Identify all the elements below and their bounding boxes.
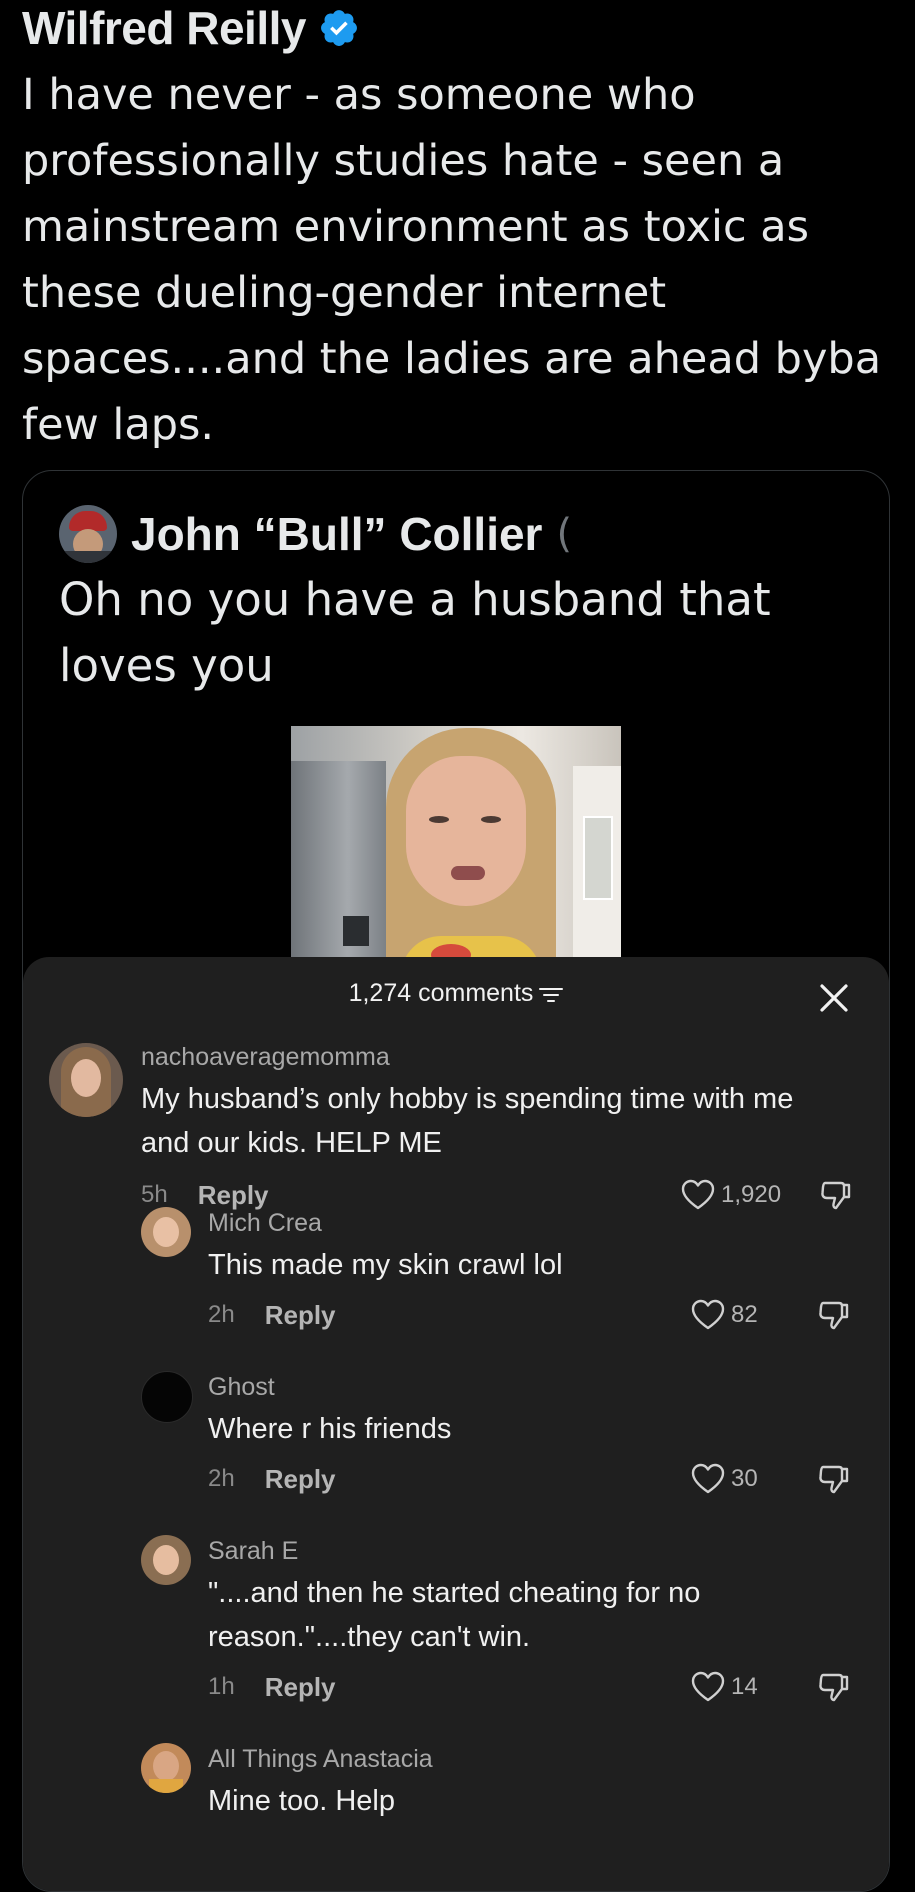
reply-button[interactable]: Reply — [265, 1464, 336, 1495]
like-button[interactable]: 14 — [691, 1669, 758, 1705]
tweet-text: I have never - as someone who profession… — [22, 70, 882, 450]
avatar[interactable] — [141, 1743, 191, 1793]
comment-text: My husband’s only hobby is spending time… — [141, 1083, 794, 1159]
reply-button[interactable]: Reply — [265, 1672, 336, 1703]
comment-time: 2h — [208, 1301, 235, 1328]
quoted-tweet-text: Oh no you have a husband that loves you — [59, 573, 771, 692]
comments-panel: 1,274 comments nachoaveragemomma My husb… — [23, 957, 889, 1891]
quoted-author-name[interactable]: John “Bull” Collier — [131, 507, 542, 561]
comment: Mich Crea This made my skin crawl lol 2h… — [23, 1207, 889, 1337]
comments-count-button[interactable]: 1,274 comments — [349, 979, 564, 1008]
comment-meta: 1h Reply — [208, 1669, 336, 1705]
like-count: 30 — [731, 1465, 758, 1492]
tweet-author[interactable]: Wilfred Reilly — [22, 0, 360, 56]
dislike-icon[interactable] — [815, 1669, 851, 1705]
verified-badge-icon — [321, 10, 357, 46]
quoted-author-row[interactable]: John “Bull” Collier ( — [59, 501, 572, 567]
comment-username[interactable]: All Things Anastacia — [208, 1745, 433, 1774]
comment: Ghost Where r his friends 2h Reply 30 — [23, 1371, 889, 1501]
heart-icon — [691, 1463, 725, 1494]
quoted-tweet-card[interactable]: John “Bull” Collier ( Oh no you have a h… — [22, 470, 890, 1892]
close-icon[interactable] — [817, 981, 851, 1015]
quoted-author-handle-cut: ( — [556, 511, 573, 557]
comments-count: 1,274 comments — [348, 979, 534, 1007]
like-button[interactable]: 30 — [691, 1461, 758, 1497]
avatar[interactable] — [141, 1207, 191, 1257]
like-count: 14 — [731, 1673, 758, 1700]
like-count: 82 — [731, 1301, 758, 1328]
comments-header: 1,274 comments — [23, 979, 889, 1025]
reply-button[interactable]: Reply — [198, 1180, 269, 1211]
reply-button[interactable]: Reply — [265, 1300, 336, 1331]
like-button[interactable]: 82 — [691, 1297, 758, 1333]
avatar[interactable] — [141, 1371, 193, 1423]
comment-meta: 2h Reply — [208, 1461, 336, 1497]
like-count: 1,920 — [721, 1181, 782, 1208]
filter-icon[interactable] — [539, 984, 564, 1004]
heart-icon — [691, 1671, 725, 1702]
dislike-icon[interactable] — [815, 1297, 851, 1333]
comment-time: 1h — [208, 1673, 235, 1700]
comment: All Things Anastacia Mine too. Help — [23, 1743, 889, 1843]
comment-username[interactable]: Ghost — [208, 1373, 275, 1402]
avatar[interactable] — [141, 1535, 191, 1585]
comment-text: This made my skin crawl lol — [208, 1249, 563, 1281]
comment: Sarah E "....and then he started cheatin… — [23, 1535, 889, 1709]
dislike-icon[interactable] — [815, 1461, 851, 1497]
avatar[interactable] — [49, 1043, 123, 1117]
video-thumbnail[interactable] — [291, 726, 621, 966]
author-name[interactable]: Wilfred Reilly — [22, 1, 306, 55]
comment-text: Mine too. Help — [208, 1785, 395, 1817]
comment-username[interactable]: Mich Crea — [208, 1209, 322, 1238]
comment-text: "....and then he started cheating for no… — [208, 1577, 701, 1653]
comment-username[interactable]: Sarah E — [208, 1537, 298, 1566]
comment: nachoaveragemomma My husband’s only hobb… — [23, 1043, 889, 1210]
quoted-author-avatar[interactable] — [59, 505, 117, 563]
comment-meta: 2h Reply — [208, 1297, 336, 1333]
comment-username[interactable]: nachoaveragemomma — [141, 1043, 390, 1072]
comment-text: Where r his friends — [208, 1413, 452, 1445]
comment-time: 2h — [208, 1465, 235, 1492]
heart-icon — [691, 1299, 725, 1330]
comment-time: 5h — [141, 1181, 168, 1208]
